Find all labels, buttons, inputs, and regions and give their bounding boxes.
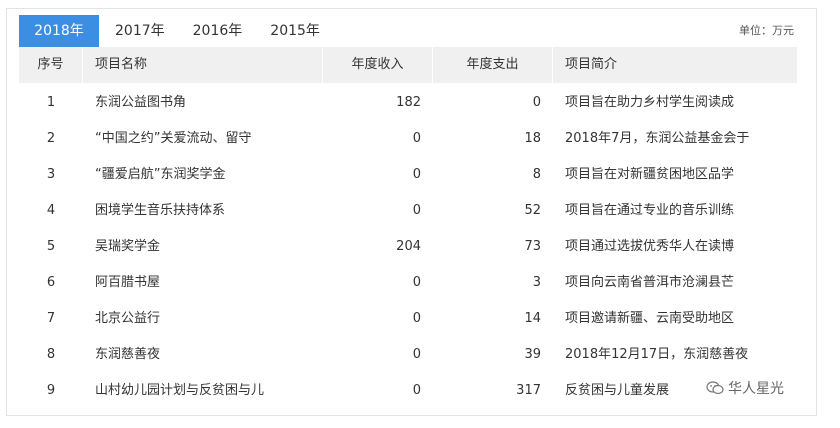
row-no: 4 [46, 203, 56, 218]
row-name: 东润慈善夜 [95, 347, 161, 362]
table-row: 4 困境学生音乐扶持体系 0 52 项目旨在通过专业的音乐训练 [19, 193, 797, 229]
tab-2016[interactable]: 2016年 [179, 15, 257, 47]
row-desc: 项目旨在对新疆贫困地区品学 [565, 167, 735, 182]
row-expense: 8 [532, 167, 541, 182]
row-income: 0 [412, 203, 421, 218]
row-no: 5 [46, 239, 56, 254]
row-no: 1 [46, 95, 56, 110]
row-no: 8 [46, 347, 56, 362]
row-no: 9 [46, 383, 56, 398]
row-income: 0 [412, 167, 421, 182]
row-name: “疆爱启航”东润奖学金 [95, 167, 226, 182]
tab-2017[interactable]: 2017年 [99, 15, 179, 47]
table-row: 3 “疆爱启航”东润奖学金 0 8 项目旨在对新疆贫困地区品学 [19, 157, 797, 193]
unit-label: 单位：万元 [739, 24, 794, 37]
column-header-income: 年度收入 [323, 47, 433, 83]
tab-2015[interactable]: 2015年 [256, 15, 334, 47]
row-desc: 项目向云南省普洱市沧澜县芒 [565, 275, 735, 290]
table-row: 9 山村幼儿园计划与反贫困与儿 0 317 反贫困与儿童发展 [19, 373, 797, 409]
row-income: 204 [396, 239, 421, 254]
row-no: 7 [46, 311, 56, 326]
row-name: 困境学生音乐扶持体系 [95, 203, 226, 218]
table-row: 6 阿百腊书屋 0 3 项目向云南省普洱市沧澜县芒 [19, 265, 797, 301]
row-expense: 73 [524, 239, 541, 254]
row-income: 182 [396, 95, 421, 110]
column-header-desc: 项目简介 [565, 57, 618, 72]
row-expense: 52 [524, 203, 541, 218]
table-row: 2 “中国之约”关爱流动、留守 0 18 2018年7月，东润公益基金会于 [19, 121, 797, 157]
row-desc: 2018年12月17日，东润慈善夜 [565, 347, 749, 362]
row-no: 6 [46, 275, 56, 290]
watermark-text: 华人星光 [728, 381, 784, 397]
column-header-no: 序号 [19, 47, 83, 83]
row-name: 北京公益行 [95, 311, 161, 326]
row-income: 0 [412, 131, 421, 146]
row-expense: 3 [532, 275, 541, 290]
row-no: 3 [46, 167, 56, 182]
table-row: 7 北京公益行 0 14 项目邀请新疆、云南受助地区 [19, 301, 797, 337]
row-income: 0 [412, 383, 421, 398]
row-name: 阿百腊书屋 [95, 275, 161, 290]
year-tabs: 2018年 2017年 2016年 2015年 [19, 15, 334, 47]
table-row: 8 东润慈善夜 0 39 2018年12月17日，东润慈善夜 [19, 337, 797, 373]
row-income: 0 [412, 347, 421, 362]
row-name: 吴瑞奖学金 [95, 239, 161, 254]
column-header-name: 项目名称 [83, 47, 323, 83]
watermark: 华人星光 [706, 378, 784, 398]
row-desc: 2018年7月，东润公益基金会于 [565, 131, 750, 146]
row-name: 东润公益图书角 [95, 95, 187, 110]
row-no: 2 [46, 131, 56, 146]
wechat-icon [706, 381, 724, 395]
row-income: 0 [412, 275, 421, 290]
table-row: 1 东润公益图书角 182 0 项目旨在助力乡村学生阅读成 [19, 85, 797, 121]
row-income: 0 [412, 311, 421, 326]
row-expense: 14 [524, 311, 541, 326]
table-body: 1 东润公益图书角 182 0 项目旨在助力乡村学生阅读成 2 “中国之约”关爱… [19, 85, 797, 409]
row-desc: 项目通过选拔优秀华人在读博 [565, 239, 735, 254]
row-desc: 项目旨在助力乡村学生阅读成 [565, 95, 735, 110]
row-desc: 项目旨在通过专业的音乐训练 [565, 203, 735, 218]
column-header-expense: 年度支出 [433, 47, 553, 83]
row-expense: 0 [532, 95, 541, 110]
row-expense: 18 [524, 131, 541, 146]
row-name: 山村幼儿园计划与反贫困与儿 [95, 383, 265, 398]
row-desc: 项目邀请新疆、云南受助地区 [565, 311, 735, 326]
row-name: “中国之约”关爱流动、留守 [95, 131, 252, 146]
table-header: 序号 项目名称 年度收入 年度支出 项目简介 [19, 47, 797, 83]
table-row: 5 吴瑞奖学金 204 73 项目通过选拔优秀华人在读博 [19, 229, 797, 265]
tab-2018[interactable]: 2018年 [19, 15, 99, 47]
row-expense: 317 [516, 383, 541, 398]
project-finance-panel: 2018年 2017年 2016年 2015年 单位：万元 序号 项目名称 年度… [6, 8, 817, 416]
row-expense: 39 [524, 347, 541, 362]
